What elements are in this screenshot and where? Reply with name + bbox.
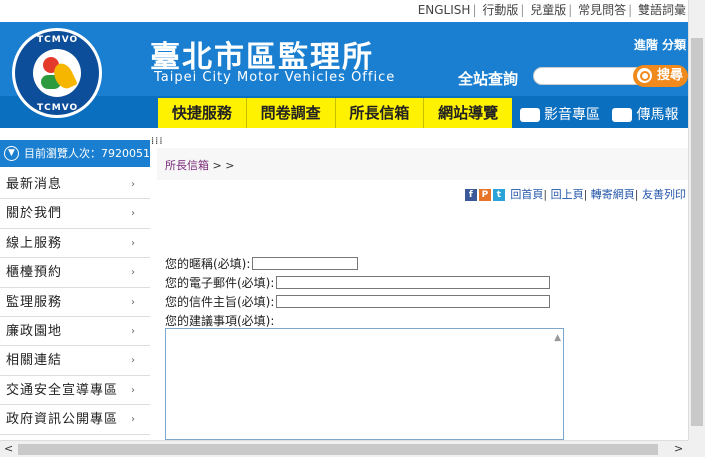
chevron-down-circle-icon[interactable]: ▼ (4, 146, 19, 161)
email-input[interactable] (276, 276, 551, 289)
sidebar-item-related-links[interactable]: 相關連結 › (0, 346, 150, 376)
site-logo[interactable]: TCMVO TCMVO (12, 28, 102, 118)
twitter-icon[interactable]: t (492, 189, 505, 201)
divider-dots: ⁞⁞⁞ (151, 136, 164, 147)
chevron-right-icon: › (131, 325, 136, 337)
search-label: 全站查詢 (458, 70, 519, 88)
site-title-en: Taipei City Motor Vehicles Office (154, 70, 396, 85)
nav-item-sitemap[interactable]: 網站導覽 (424, 98, 512, 128)
page: ENGLISH | 行動版 | 兒童版 | 常見問答 | 雙語詞彙 TCMVO TCMV… (0, 0, 705, 457)
plurk-icon[interactable]: P (478, 189, 491, 201)
search-button-label: 搜尋 (657, 68, 684, 83)
subject-input[interactable] (276, 295, 551, 308)
scroll-left-icon[interactable]: < (4, 441, 13, 457)
breadcrumb-link[interactable]: 所長信箱 (165, 159, 209, 172)
page-tools: fPt 回首頁| 回上頁| 轉寄網頁| 友善列印 (464, 186, 686, 202)
search-icon (637, 68, 652, 83)
scrollbar-corner (688, 440, 705, 457)
sidebar-item-counter-reservation[interactable]: 櫃檯預約 › (0, 258, 150, 288)
sidebar-item-traffic-safety[interactable]: 交通安全宣導專區 › (0, 376, 150, 406)
chevron-right-icon: › (131, 267, 136, 279)
newspaper-icon (612, 108, 633, 122)
news-link[interactable]: 傳馬報 (636, 107, 678, 123)
sidebar-item-about-us[interactable]: 關於我們 › (0, 199, 150, 229)
horizontal-scroll-thumb[interactable] (18, 444, 658, 455)
video-camera-icon (520, 108, 540, 122)
nav-item-director-mailbox[interactable]: 所長信箱 (336, 98, 425, 128)
breadcrumb-bar: 所長信箱 > > (157, 148, 688, 180)
suggestion-textarea[interactable]: ▲ (165, 328, 564, 440)
sidebar-item-gov-info[interactable]: 政府資訊公開專區 › (0, 405, 150, 435)
media-links: 影音專區 傳馬報 (520, 104, 678, 124)
visitor-counter: ▼ 目前瀏覽人次：7920051 (0, 140, 150, 167)
toplink-kids[interactable]: 兒童版 (528, 3, 568, 17)
horizontal-scrollbar[interactable]: < > (0, 440, 688, 457)
sidebar-item-latest-news[interactable]: 最新消息 › (0, 170, 150, 200)
nickname-input[interactable] (252, 257, 359, 270)
main-content: 所長信箱 > > fPt 回首頁| 回上頁| 轉寄網頁| 友善列印 您的暱稱(必… (157, 148, 688, 440)
scroll-right-icon[interactable]: > (674, 441, 683, 457)
back-link[interactable]: 回上頁 (551, 188, 584, 201)
nav-item-quick-service[interactable]: 快捷服務 (158, 98, 247, 128)
logo-text-top: TCMVO (37, 35, 79, 45)
chevron-right-icon: › (131, 208, 136, 220)
print-link[interactable]: 友善列印 (642, 188, 686, 201)
top-links: ENGLISH | 行動版 | 兒童版 | 常見問答 | 雙語詞彙 (0, 0, 688, 22)
toplink-mobile[interactable]: 行動版 (480, 3, 520, 17)
home-link[interactable]: 回首頁 (510, 188, 543, 201)
logo-text-bottom: TCMVO (37, 103, 79, 113)
chevron-right-icon: › (131, 296, 136, 308)
forward-page-link[interactable]: 轉寄網頁 (591, 188, 635, 201)
toplink-english[interactable]: ENGLISH (416, 3, 473, 17)
chevron-right-icon: › (131, 179, 136, 190)
subject-label: 您的信件主旨(必填): (165, 295, 275, 309)
chevron-right-icon: › (131, 414, 136, 426)
nav-item-survey[interactable]: 問卷調查 (247, 98, 336, 128)
breadcrumb: 所長信箱 > > (165, 157, 234, 173)
chevron-right-icon: › (131, 355, 136, 367)
search-button[interactable]: 搜尋 (633, 65, 688, 87)
toplink-glossary[interactable]: 雙語詞彙 (636, 3, 688, 17)
vertical-scrollbar[interactable] (688, 0, 705, 440)
vertical-scroll-thumb[interactable] (691, 38, 703, 426)
site-header: TCMVO TCMVO 臺北市區監理所 Taipei City Motor Ve… (0, 22, 688, 128)
advanced-category-link[interactable]: 進階 分類 (634, 36, 686, 53)
sidebar-item-online-services[interactable]: 線上服務 › (0, 229, 150, 259)
chevron-right-icon: › (131, 237, 136, 249)
breadcrumb-suffix: > > (209, 159, 235, 172)
sidebar-item-motor-services[interactable]: 監理服務 › (0, 288, 150, 317)
media-zone-link[interactable]: 影音專區 (544, 107, 600, 123)
main-nav: 快捷服務 問卷調查 所長信箱 網站導覽 (158, 98, 512, 128)
sidebar-menu: 最新消息 › 關於我們 › 線上服務 › 櫃檯預約 › 監理服務 › 廉政園地 › 相關連結… (0, 170, 150, 435)
chevron-right-icon: › (131, 384, 136, 396)
toplink-faq[interactable]: 常見問答 (576, 3, 628, 17)
suggestion-label: 您的建議事項(必填): (165, 314, 275, 328)
facebook-icon[interactable]: f (464, 189, 477, 201)
feedback-form: 您的暱稱(必填): 您的電子郵件(必填): 您的信件主旨(必填): 您的建議事項… (165, 254, 551, 330)
visitor-counter-label: 目前瀏覽人次：7920051 (24, 147, 150, 160)
sidebar-item-integrity[interactable]: 廉政園地 › (0, 317, 150, 347)
logo-emblem-icon (33, 49, 81, 97)
email-label: 您的電子郵件(必填): (165, 276, 275, 290)
scroll-up-icon[interactable]: ▲ (554, 333, 561, 343)
nickname-label: 您的暱稱(必填): (165, 257, 251, 271)
